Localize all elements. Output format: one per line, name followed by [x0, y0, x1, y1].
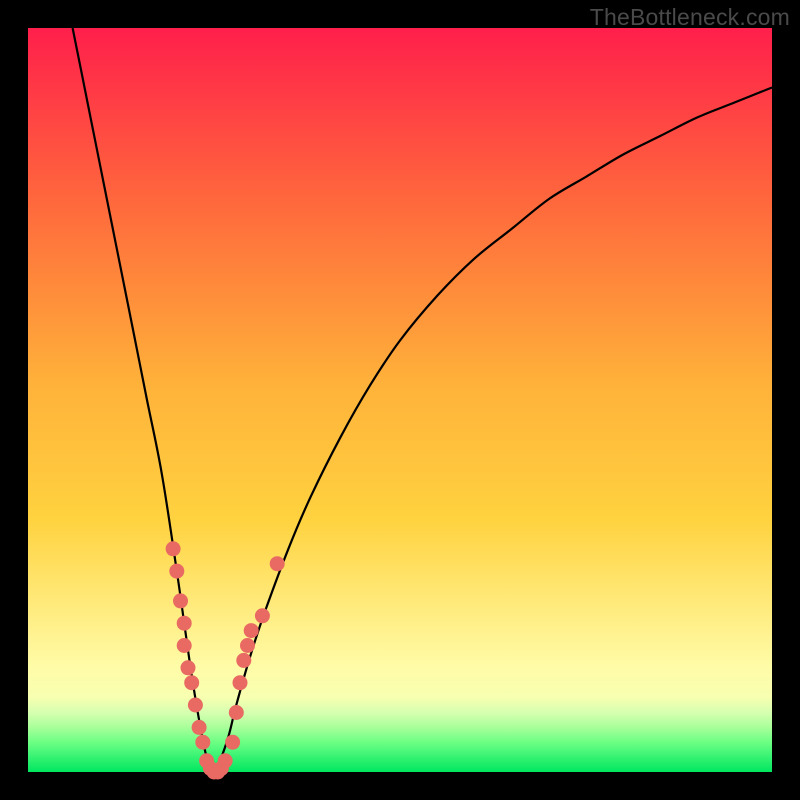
data-point	[240, 638, 255, 653]
data-point	[177, 616, 192, 631]
data-point	[177, 638, 192, 653]
data-point	[225, 735, 240, 750]
data-point	[270, 556, 285, 571]
data-point	[233, 675, 248, 690]
data-point	[218, 753, 233, 768]
data-point	[244, 623, 259, 638]
chart-frame: TheBottleneck.com	[0, 0, 800, 800]
data-point	[184, 675, 199, 690]
data-point	[255, 608, 270, 623]
data-point	[229, 705, 244, 720]
data-point	[192, 720, 207, 735]
plot-area	[28, 28, 772, 772]
bottleneck-curve	[73, 28, 772, 772]
data-point	[173, 593, 188, 608]
data-point	[236, 653, 251, 668]
data-point	[188, 698, 203, 713]
data-point	[166, 541, 181, 556]
data-point	[181, 660, 196, 675]
data-point	[195, 735, 210, 750]
watermark-text: TheBottleneck.com	[590, 4, 790, 31]
data-point	[169, 564, 184, 579]
curve-layer	[28, 28, 772, 772]
